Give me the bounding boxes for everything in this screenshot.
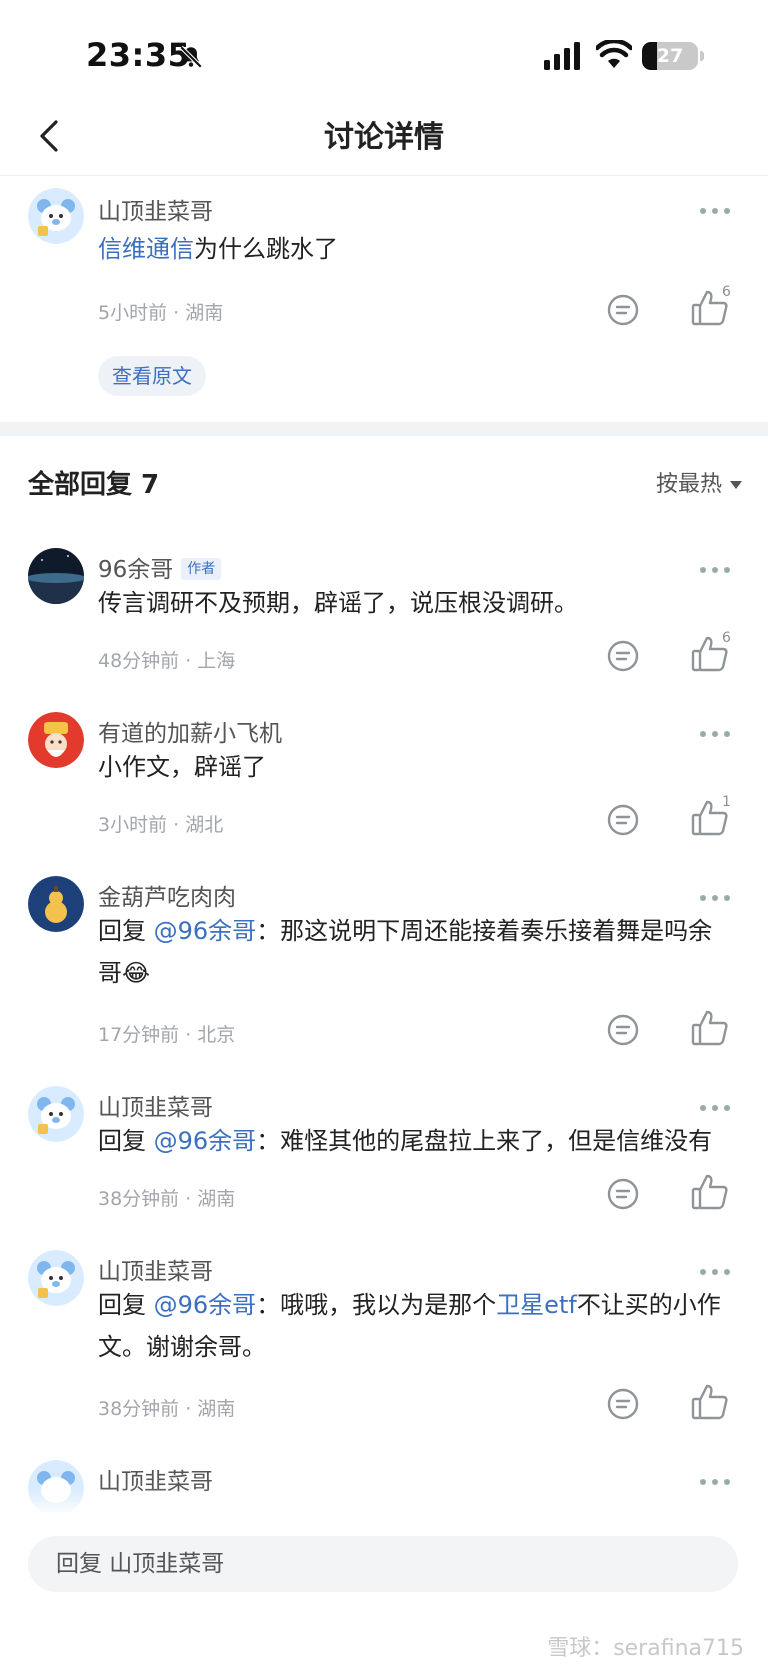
post-content: 信维通信为什么跳水了 xyxy=(98,228,738,270)
reply-author-name[interactable]: 山顶韭菜哥 xyxy=(98,1252,213,1286)
sort-label: 按最热 xyxy=(655,472,722,497)
reply-author-name[interactable]: 山顶韭菜哥 xyxy=(98,1088,213,1122)
more-options-icon[interactable] xyxy=(700,1102,732,1114)
avatar[interactable] xyxy=(28,876,84,932)
like-icon[interactable] xyxy=(690,1172,730,1212)
battery-level: 27 xyxy=(656,45,684,67)
post-text: 为什么跳水了 xyxy=(194,235,338,263)
avatar[interactable] xyxy=(28,548,84,604)
reply-item: 有道的加薪小飞机 小作文，辟谣了 3小时前 · 湖北 1 xyxy=(0,690,768,854)
fund-link[interactable]: 卫星etf xyxy=(496,1291,577,1319)
reply-item: 山顶韭菜哥 回复 @96余哥：难怪其他的尾盘拉上来了，但是信维没有 38分钟前 … xyxy=(0,1064,768,1228)
reply-content: 小作文，辟谣了 xyxy=(98,753,266,781)
username: 96余哥 xyxy=(98,557,174,583)
like-count: 6 xyxy=(722,284,731,300)
reply-content: 回复 @96余哥：哦哦，我以为是那个卫星etf不让买的小作文。谢谢余哥。 xyxy=(98,1284,726,1368)
more-options-icon[interactable] xyxy=(700,564,732,576)
avatar-bear-icon xyxy=(28,1086,84,1142)
avatar-bear-icon xyxy=(28,1250,84,1306)
comment-icon[interactable] xyxy=(606,1013,640,1047)
mention-link[interactable]: @96余哥 xyxy=(154,1291,257,1319)
avatar-landscape-icon xyxy=(28,548,84,604)
reply-meta: 38分钟前 · 湖南 xyxy=(98,1188,236,1210)
section-divider xyxy=(0,422,768,436)
replies-count-title: 全部回复 7 xyxy=(28,470,160,500)
wifi-icon xyxy=(596,40,632,68)
like-count: 1 xyxy=(722,794,731,810)
reply-content: 传言调研不及预期，辟谣了，说压根没调研。 xyxy=(98,589,578,617)
reply-meta: 17分钟前 · 北京 xyxy=(98,1024,236,1046)
reply-content: 回复 @96余哥：难怪其他的尾盘拉上来了，但是信维没有 xyxy=(98,1120,738,1162)
more-options-icon[interactable] xyxy=(700,1266,732,1278)
reply-author-name[interactable]: 金葫芦吃肉肉 xyxy=(98,878,236,912)
reply-prefix: 回复 xyxy=(98,1127,154,1155)
mention-link[interactable]: @96余哥 xyxy=(154,1127,257,1155)
reply-item: 山顶韭菜哥 回复 @96余哥：哦哦，我以为是那个卫星etf不让买的小作文。谢谢余… xyxy=(0,1228,768,1438)
avatar[interactable] xyxy=(28,1086,84,1142)
avatar[interactable] xyxy=(28,712,84,768)
nav-bar: 讨论详情 xyxy=(0,100,768,176)
mention-link[interactable]: @96余哥 xyxy=(154,917,257,945)
avatar[interactable] xyxy=(28,188,84,244)
reply-input[interactable]: 回复 山顶韭菜哥 xyxy=(28,1536,738,1592)
reply-content: 回复 @96余哥：那这说明下周还能接着奏乐接着舞是吗余哥😂 xyxy=(98,910,726,994)
battery-indicator: 27 xyxy=(642,42,698,70)
sort-dropdown[interactable]: 按最热 xyxy=(656,466,742,498)
replies-header: 全部回复 7 按最热 xyxy=(0,436,768,526)
status-time: 23:35 xyxy=(86,36,191,74)
avatar-gourd-icon xyxy=(28,876,84,932)
like-count: 6 xyxy=(722,630,731,646)
comment-icon[interactable] xyxy=(606,293,640,327)
avatar-bear-icon xyxy=(28,188,84,244)
like-icon[interactable] xyxy=(690,1008,730,1048)
more-options-icon[interactable] xyxy=(700,205,732,217)
bell-muted-icon xyxy=(179,45,203,69)
triangle-down-icon xyxy=(730,481,742,489)
reply-text: ：难怪其他的尾盘拉上来了，但是信维没有 xyxy=(256,1127,713,1155)
reply-item: 96余哥 作者 传言调研不及预期，辟谣了，说压根没调研。 48分钟前 · 上海 6 xyxy=(0,526,768,690)
reply-prefix: 回复 xyxy=(98,1291,154,1319)
avatar-god-of-wealth-icon xyxy=(28,712,84,768)
reply-item: 山顶韭菜哥 xyxy=(0,1438,768,1518)
watermark: 雪球：serafina715 xyxy=(547,1636,744,1661)
battery-tip xyxy=(700,51,704,61)
more-options-icon[interactable] xyxy=(700,892,732,904)
comment-icon[interactable] xyxy=(606,639,640,673)
original-post: 山顶韭菜哥 信维通信为什么跳水了 5小时前 · 湖南 6 查看原文 xyxy=(0,176,768,422)
reply-author-name[interactable]: 96余哥 作者 xyxy=(98,550,222,584)
reply-prefix: 回复 xyxy=(98,917,154,945)
like-icon[interactable] xyxy=(690,1382,730,1422)
avatar[interactable] xyxy=(28,1250,84,1306)
status-bar: 23:35 27 xyxy=(0,0,768,110)
avatar[interactable] xyxy=(28,1460,84,1516)
reply-author-name[interactable]: 有道的加薪小飞机 xyxy=(98,714,282,748)
avatar-bear-icon xyxy=(28,1460,84,1516)
reply-input-bar: 回复 山顶韭菜哥 雪球：serafina715 xyxy=(0,1512,768,1669)
author-badge: 作者 xyxy=(181,558,222,580)
reply-item: 金葫芦吃肉肉 回复 @96余哥：那这说明下周还能接着奏乐接着舞是吗余哥😂 17分… xyxy=(0,854,768,1064)
signal-icon xyxy=(544,42,580,70)
comment-icon[interactable] xyxy=(606,803,640,837)
reply-text: ：哦哦，我以为是那个 xyxy=(256,1291,497,1319)
reply-meta: 48分钟前 · 上海 xyxy=(98,650,236,672)
view-original-button[interactable]: 查看原文 xyxy=(98,356,206,396)
comment-icon[interactable] xyxy=(606,1177,640,1211)
page-title: 讨论详情 xyxy=(324,120,444,155)
reply-meta: 3小时前 · 湖北 xyxy=(98,814,224,836)
post-meta: 5小时前 · 湖南 xyxy=(98,302,224,324)
comment-icon[interactable] xyxy=(606,1387,640,1421)
reply-author-name[interactable]: 山顶韭菜哥 xyxy=(98,1462,213,1496)
stock-link[interactable]: 信维通信 xyxy=(98,235,194,263)
reply-meta: 38分钟前 · 湖南 xyxy=(98,1398,236,1420)
more-options-icon[interactable] xyxy=(700,1476,732,1488)
post-author-name[interactable]: 山顶韭菜哥 xyxy=(98,192,213,226)
more-options-icon[interactable] xyxy=(700,728,732,740)
